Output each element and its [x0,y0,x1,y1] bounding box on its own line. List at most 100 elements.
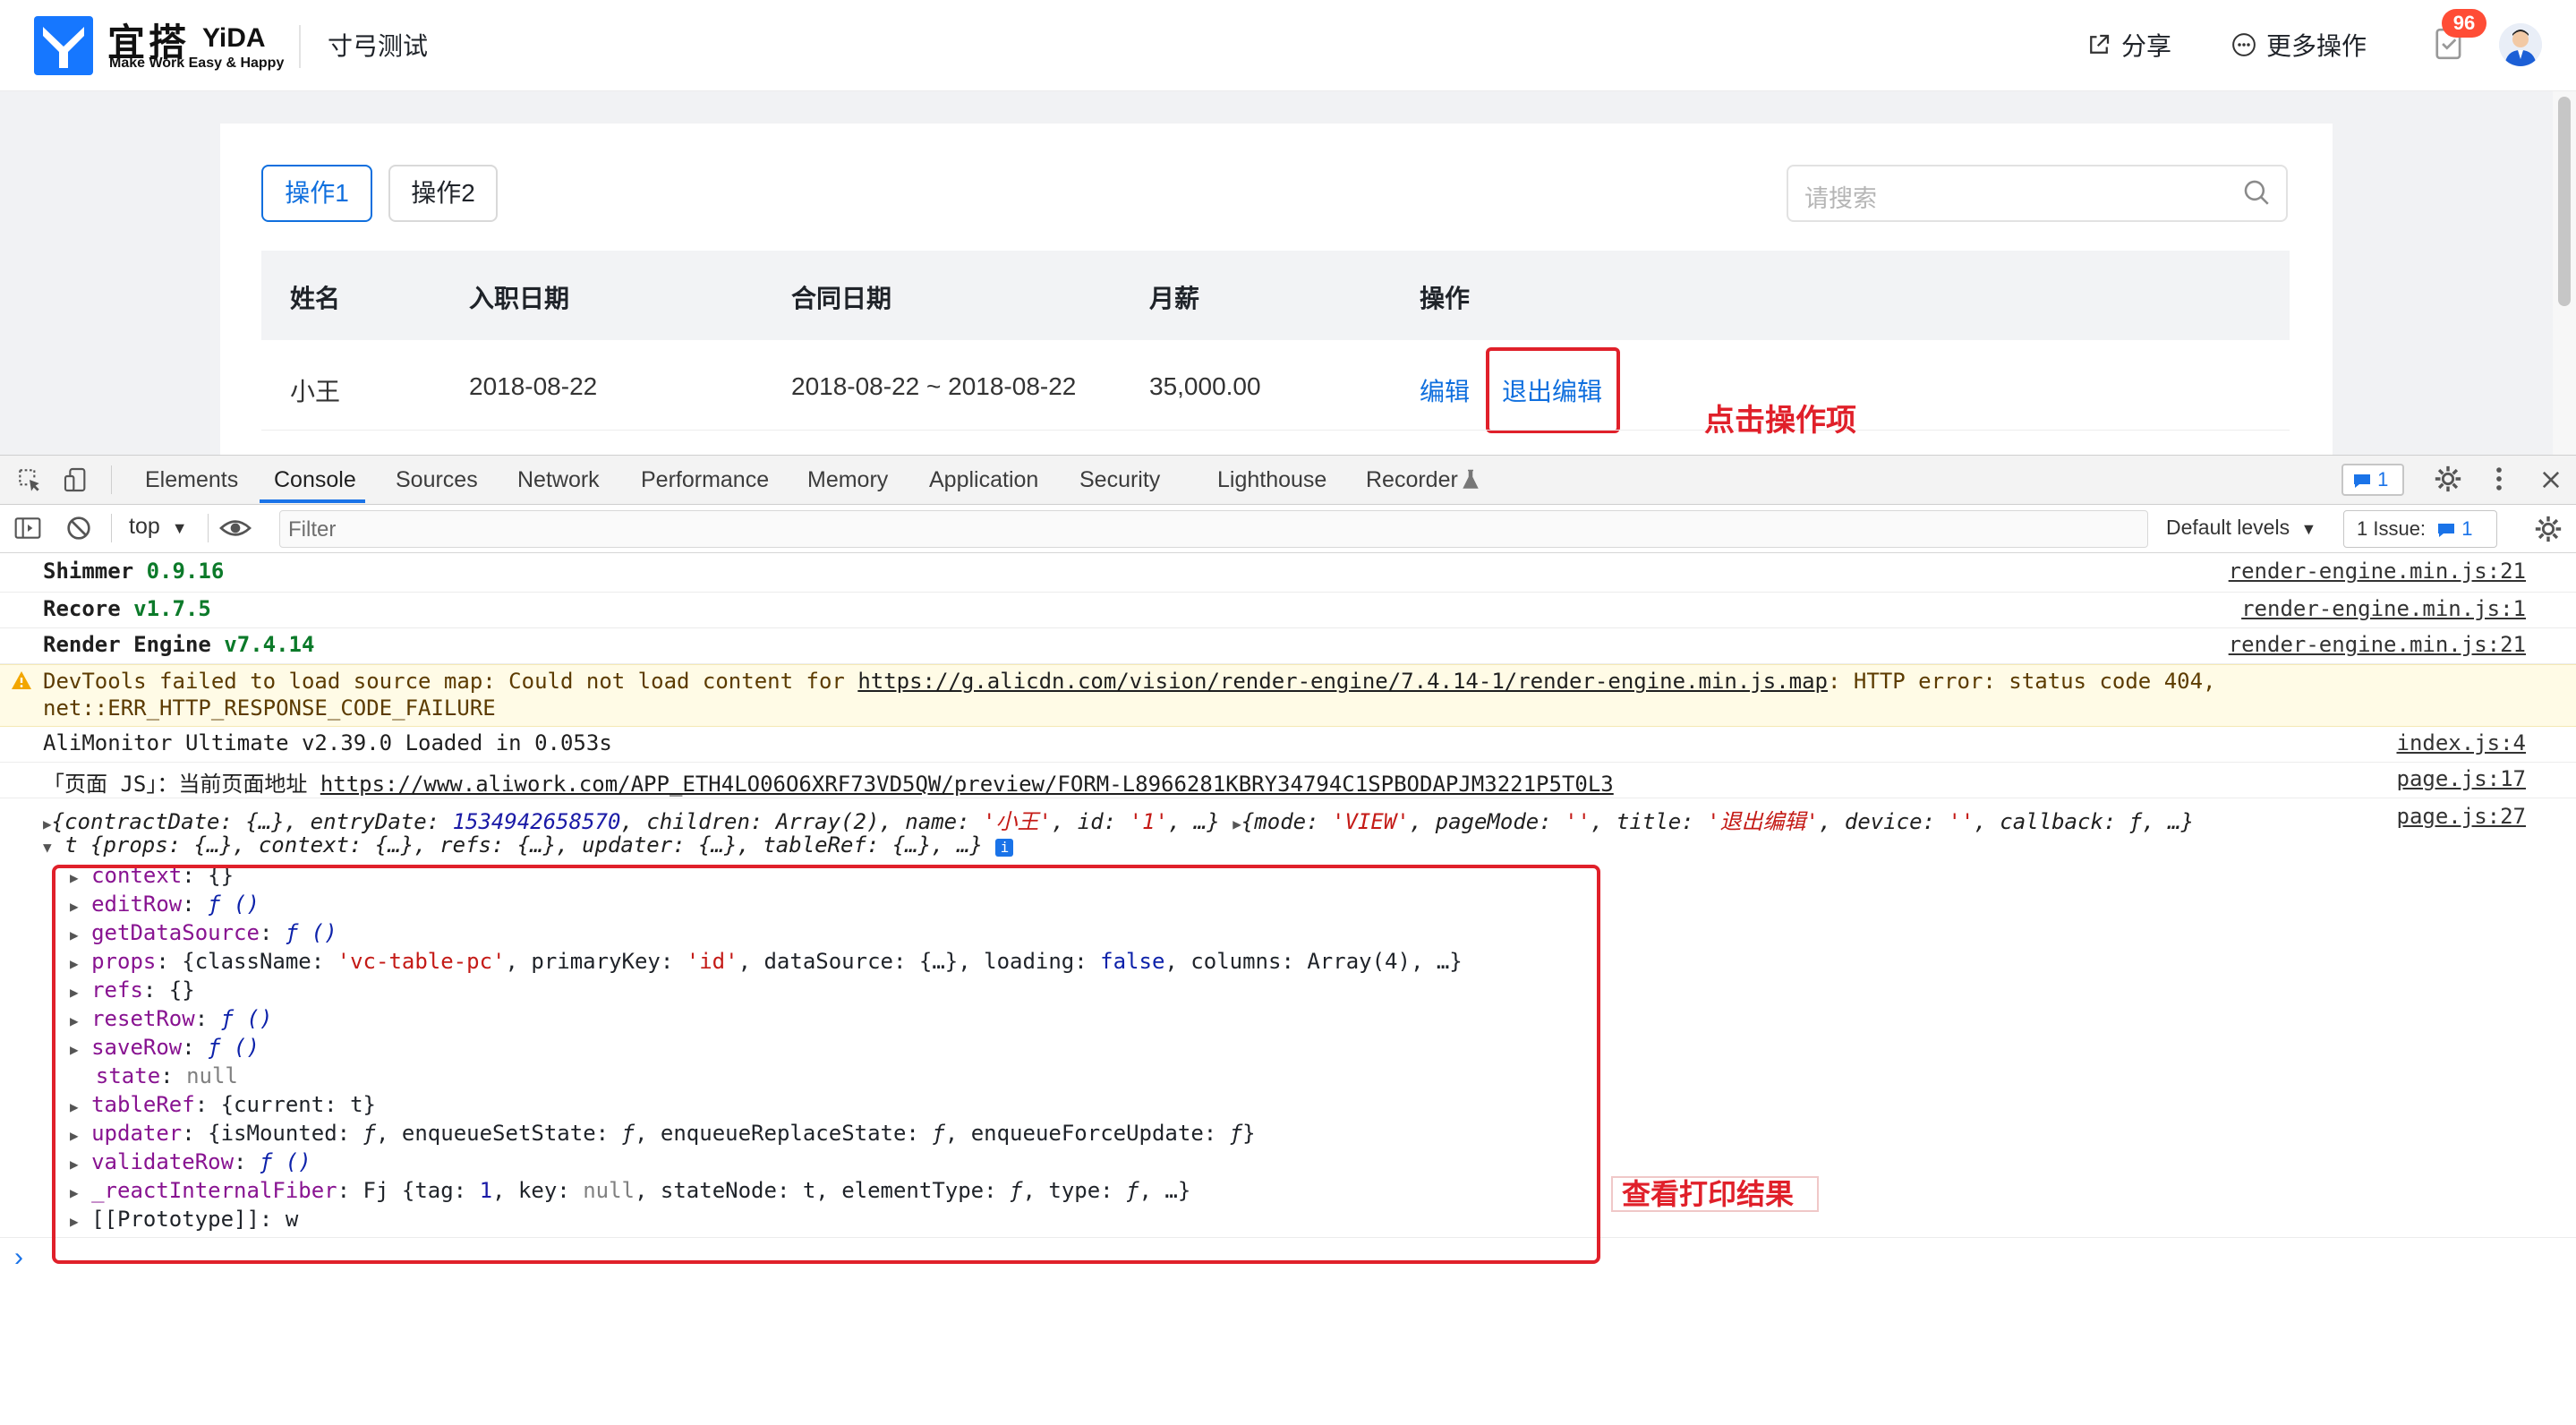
kebab-menu-icon[interactable] [2488,464,2510,494]
console-log-line: Recore v1.7.5 render-engine.min.js:1 [0,593,2576,628]
brand-slogan: Make Work Easy & Happy [109,55,285,71]
collapsed-object-line[interactable]: ▶{contractDate: {…}, entryDate: 15349426… [43,804,2194,835]
tab-application[interactable]: Application [929,467,1038,493]
tab-operation-2[interactable]: 操作2 [388,165,498,222]
log-recore-version: v1.7.5 [133,596,211,621]
column-header-name: 姓名 [290,285,341,312]
issues-button-label: 1 Issue: [2357,517,2427,540]
page-scrollbar-thumb[interactable] [2558,97,2571,306]
log-alimonitor: AliMonitor Ultimate v2.39.0 Loaded in 0.… [43,730,612,755]
log-recore-name: Recore [43,596,121,621]
live-expression-eye-icon[interactable] [218,514,252,542]
console-log-line: Render Engine v7.4.14 render-engine.min.… [0,628,2576,664]
source-link[interactable]: render-engine.min.js:1 [2241,596,2526,621]
tab-security[interactable]: Security [1079,467,1160,493]
more-actions-label: 更多操作 [2266,32,2367,60]
settings-gear-icon[interactable] [2433,464,2463,494]
tab-memory[interactable]: Memory [807,467,888,493]
tab-sources[interactable]: Sources [396,467,478,493]
info-icon[interactable]: i [995,839,1014,857]
source-link[interactable]: page.js:27 [2397,804,2527,829]
warning-url-link[interactable]: https://g.alicdn.com/vision/render-engin… [857,669,1828,694]
issues-button[interactable]: 1 Issue: 1 [2343,510,2497,548]
source-link[interactable]: render-engine.min.js:21 [2229,559,2526,584]
column-header-actions: 操作 [1420,285,1471,312]
log-shimmer-name: Shimmer [43,559,134,584]
expanded-object-summary: t {props: {…}, context: {…}, refs: {…}, … [64,832,983,858]
expand-triangle-icon[interactable]: ▶ [43,815,52,832]
app-title[interactable]: 寸弓测试 [328,27,428,63]
expanded-object-header[interactable]: ▼ t {props: {…}, context: {…}, refs: {…}… [43,832,1014,858]
console-prompt[interactable]: › [14,1242,23,1273]
tab-elements[interactable]: Elements [145,467,238,493]
log-render-engine-name: Render Engine [43,632,211,657]
notification-badge: 96 [2442,9,2486,38]
log-page-url-link[interactable]: https://www.aliwork.com/APP_ETH4LO06O6XR… [320,772,1614,797]
share-button[interactable]: 分享 [2086,27,2171,63]
id-value: '1' [1129,809,1168,834]
console-log-line: Shimmer 0.9.16 render-engine.min.js:21 [0,555,2576,593]
sidebar-toggle-icon[interactable] [13,514,43,542]
column-header-contract-date: 合同日期 [791,285,892,312]
log-levels-dropdown[interactable]: Default levels ▼ [2166,516,2316,540]
source-link[interactable]: page.js:17 [2397,766,2527,791]
more-actions-button[interactable]: 更多操作 [2231,27,2367,63]
brand-name-en: YiDA [202,23,266,53]
annotation-view-result: 查看打印结果 [1611,1176,1819,1212]
mode-value: 'VIEW' [1332,809,1410,834]
tab-recorder[interactable]: Recorder [1366,467,1458,493]
console-filter-input[interactable] [279,510,2148,548]
message-icon [2354,474,2370,488]
row-divider [261,430,2290,431]
issues-chip-count: 1 [2377,468,2389,491]
title-value: '退出编辑' [1707,809,1819,834]
message-icon [2438,524,2455,537]
collapse-triangle-icon[interactable]: ▼ [43,839,52,856]
source-link[interactable]: index.js:4 [2397,730,2527,755]
cell-contract-date: 2018-08-22 ~ 2018-08-22 [791,372,1077,400]
more-circle-icon [2232,33,2256,56]
inspect-element-icon[interactable] [14,465,45,494]
share-label: 分享 [2121,32,2172,60]
close-devtools-icon[interactable] [2538,467,2563,492]
context-select[interactable]: top ▼ [129,514,188,540]
exit-edit-link[interactable]: 退出编辑 [1502,372,1602,408]
log-levels-label: Default levels [2166,516,2290,539]
brand-divider [299,25,301,68]
column-header-entry-date: 入职日期 [469,285,570,312]
device-toolbar-icon[interactable] [61,465,91,494]
log-render-engine-version: v7.4.14 [224,632,315,657]
tab-lighthouse[interactable]: Lighthouse [1217,467,1326,493]
log-page-prefix: 「页面 JS」：当前页面地址 [43,772,308,797]
console-settings-gear-icon[interactable] [2533,514,2563,544]
log-shimmer-version: 0.9.16 [146,559,225,584]
warning-line-2: net::ERR_HTTP_RESPONSE_CODE_FAILURE [43,695,496,721]
toolbar-divider [208,514,209,542]
flask-icon [1463,469,1479,489]
issues-button-count: 1 [2461,517,2473,540]
filter-placeholder: Filter [288,517,337,542]
page-mode-value: '' [1565,809,1591,834]
user-avatar[interactable] [2499,23,2542,66]
chevron-down-icon: ▼ [171,519,188,537]
tab-performance[interactable]: Performance [641,467,769,493]
source-link[interactable]: render-engine.min.js:21 [2229,632,2526,657]
console-log-line: AliMonitor Ultimate v2.39.0 Loaded in 0.… [0,727,2576,763]
active-tab-indicator [260,499,365,503]
yida-logo-icon[interactable] [34,16,93,75]
clear-console-icon[interactable] [64,514,93,542]
tab-console[interactable]: Console [274,467,356,493]
tab-operation-1[interactable]: 操作1 [261,165,372,222]
expand-triangle-icon[interactable]: ▶ [1233,815,1241,832]
column-header-salary: 月薪 [1149,285,1200,312]
console-warning-line: DevTools failed to load source map: Coul… [0,664,2576,727]
issues-chip[interactable]: 1 [2341,464,2404,496]
warning-text: DevTools failed to load source map: Coul… [43,669,845,694]
edit-link[interactable]: 编辑 [1420,372,1470,408]
device-value: '' [1948,809,1975,834]
tab-network[interactable]: Network [517,467,600,493]
cell-salary: 35,000.00 [1149,372,1261,400]
search-icon[interactable] [2241,177,2272,208]
cell-name: 小王 [290,378,341,405]
warning-suffix: : HTTP error: status code 404, [1828,669,2216,694]
